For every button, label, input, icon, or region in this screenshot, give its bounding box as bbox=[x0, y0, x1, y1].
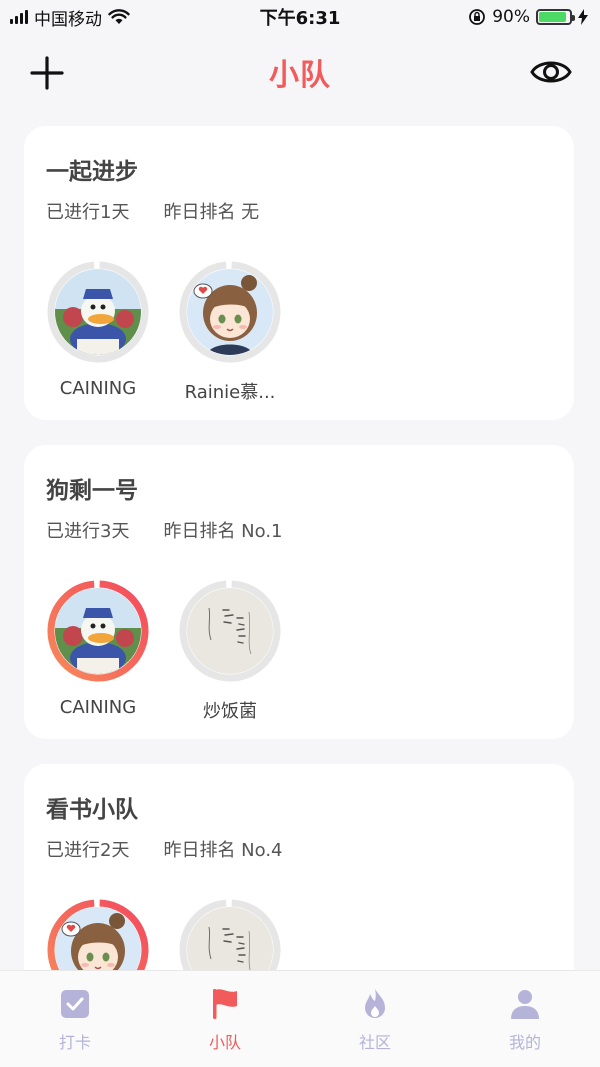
member-progress-ring bbox=[46, 898, 150, 970]
team-list: 一起进步 已进行1天 昨日排名 无 CAINING Rainie慕... 狗剩一… bbox=[0, 110, 600, 970]
tab-profile[interactable]: 我的 bbox=[450, 971, 600, 1067]
add-team-button[interactable] bbox=[28, 54, 66, 92]
tab-bar: 打卡 小队 社区 我的 bbox=[0, 970, 600, 1067]
team-days: 已进行2天 bbox=[46, 840, 130, 861]
member-name: 炒饭菌 bbox=[203, 701, 257, 722]
member-progress-ring bbox=[178, 898, 282, 970]
status-right: 90% bbox=[468, 7, 588, 27]
flag-icon bbox=[213, 989, 237, 1019]
battery-percent: 90% bbox=[492, 7, 530, 27]
tab-label: 小队 bbox=[208, 1033, 241, 1052]
team-member[interactable]: CAINING bbox=[46, 260, 150, 399]
team-meta: 已进行2天 昨日排名 No.4 bbox=[46, 836, 283, 862]
member-progress-ring bbox=[46, 579, 150, 683]
team-rank: 昨日排名 无 bbox=[163, 202, 260, 223]
handwriting-avatar bbox=[187, 588, 273, 674]
tab-label: 社区 bbox=[358, 1033, 391, 1052]
tab-label: 打卡 bbox=[58, 1033, 91, 1052]
carrier-label: 中国移动 bbox=[34, 9, 102, 30]
tab-team[interactable]: 小队 bbox=[150, 971, 300, 1067]
team-card[interactable]: 狗剩一号 已进行3天 昨日排名 No.1 CAINING 炒饭菌 bbox=[24, 445, 574, 739]
member-progress-ring bbox=[178, 260, 282, 364]
page-title: 小队 bbox=[269, 58, 331, 93]
member-name: Rainie慕... bbox=[184, 382, 276, 403]
status-bar: 中国移动 下午6:31 90% bbox=[0, 0, 600, 34]
orientation-lock-icon bbox=[469, 9, 486, 25]
team-rank: 昨日排名 No.1 bbox=[163, 521, 283, 542]
member-name: CAINING bbox=[59, 697, 137, 718]
team-card[interactable]: 一起进步 已进行1天 昨日排名 无 CAINING Rainie慕... bbox=[24, 126, 574, 420]
team-name: 看书小队 bbox=[46, 797, 138, 823]
team-meta: 已进行1天 昨日排名 无 bbox=[46, 198, 259, 224]
team-name: 狗剩一号 bbox=[46, 478, 138, 504]
donald-duck-avatar bbox=[55, 269, 141, 355]
flame-icon bbox=[365, 989, 385, 1018]
charging-icon bbox=[578, 9, 588, 25]
anime-girl-avatar bbox=[187, 269, 273, 355]
checkin-icon bbox=[61, 990, 89, 1018]
team-rank: 昨日排名 No.4 bbox=[163, 840, 283, 861]
signal-icon bbox=[10, 10, 28, 24]
team-member[interactable]: 炒饭菌 bbox=[178, 579, 282, 723]
tab-label: 我的 bbox=[508, 1033, 541, 1052]
person-icon bbox=[511, 990, 539, 1019]
battery-icon bbox=[536, 9, 575, 25]
team-days: 已进行3天 bbox=[46, 521, 130, 542]
member-progress-ring bbox=[46, 260, 150, 364]
team-member[interactable] bbox=[46, 898, 150, 970]
status-left: 中国移动 bbox=[10, 5, 130, 30]
team-name: 一起进步 bbox=[46, 159, 138, 185]
member-progress-ring bbox=[178, 579, 282, 683]
nav-bar: 小队 bbox=[0, 34, 600, 110]
member-name: CAINING bbox=[59, 378, 137, 399]
team-card[interactable]: 看书小队 已进行2天 昨日排名 No.4 bbox=[24, 764, 574, 970]
tab-community[interactable]: 社区 bbox=[300, 971, 450, 1067]
team-days: 已进行1天 bbox=[46, 202, 130, 223]
team-member[interactable]: Rainie慕... bbox=[178, 260, 282, 404]
donald-duck-avatar bbox=[55, 588, 141, 674]
eye-icon[interactable] bbox=[530, 56, 572, 88]
team-member[interactable]: CAINING bbox=[46, 579, 150, 718]
team-member[interactable] bbox=[178, 898, 282, 970]
wifi-icon bbox=[108, 9, 130, 24]
status-time: 下午6:31 bbox=[259, 8, 341, 29]
team-meta: 已进行3天 昨日排名 No.1 bbox=[46, 517, 283, 543]
tab-checkin[interactable]: 打卡 bbox=[0, 971, 150, 1067]
